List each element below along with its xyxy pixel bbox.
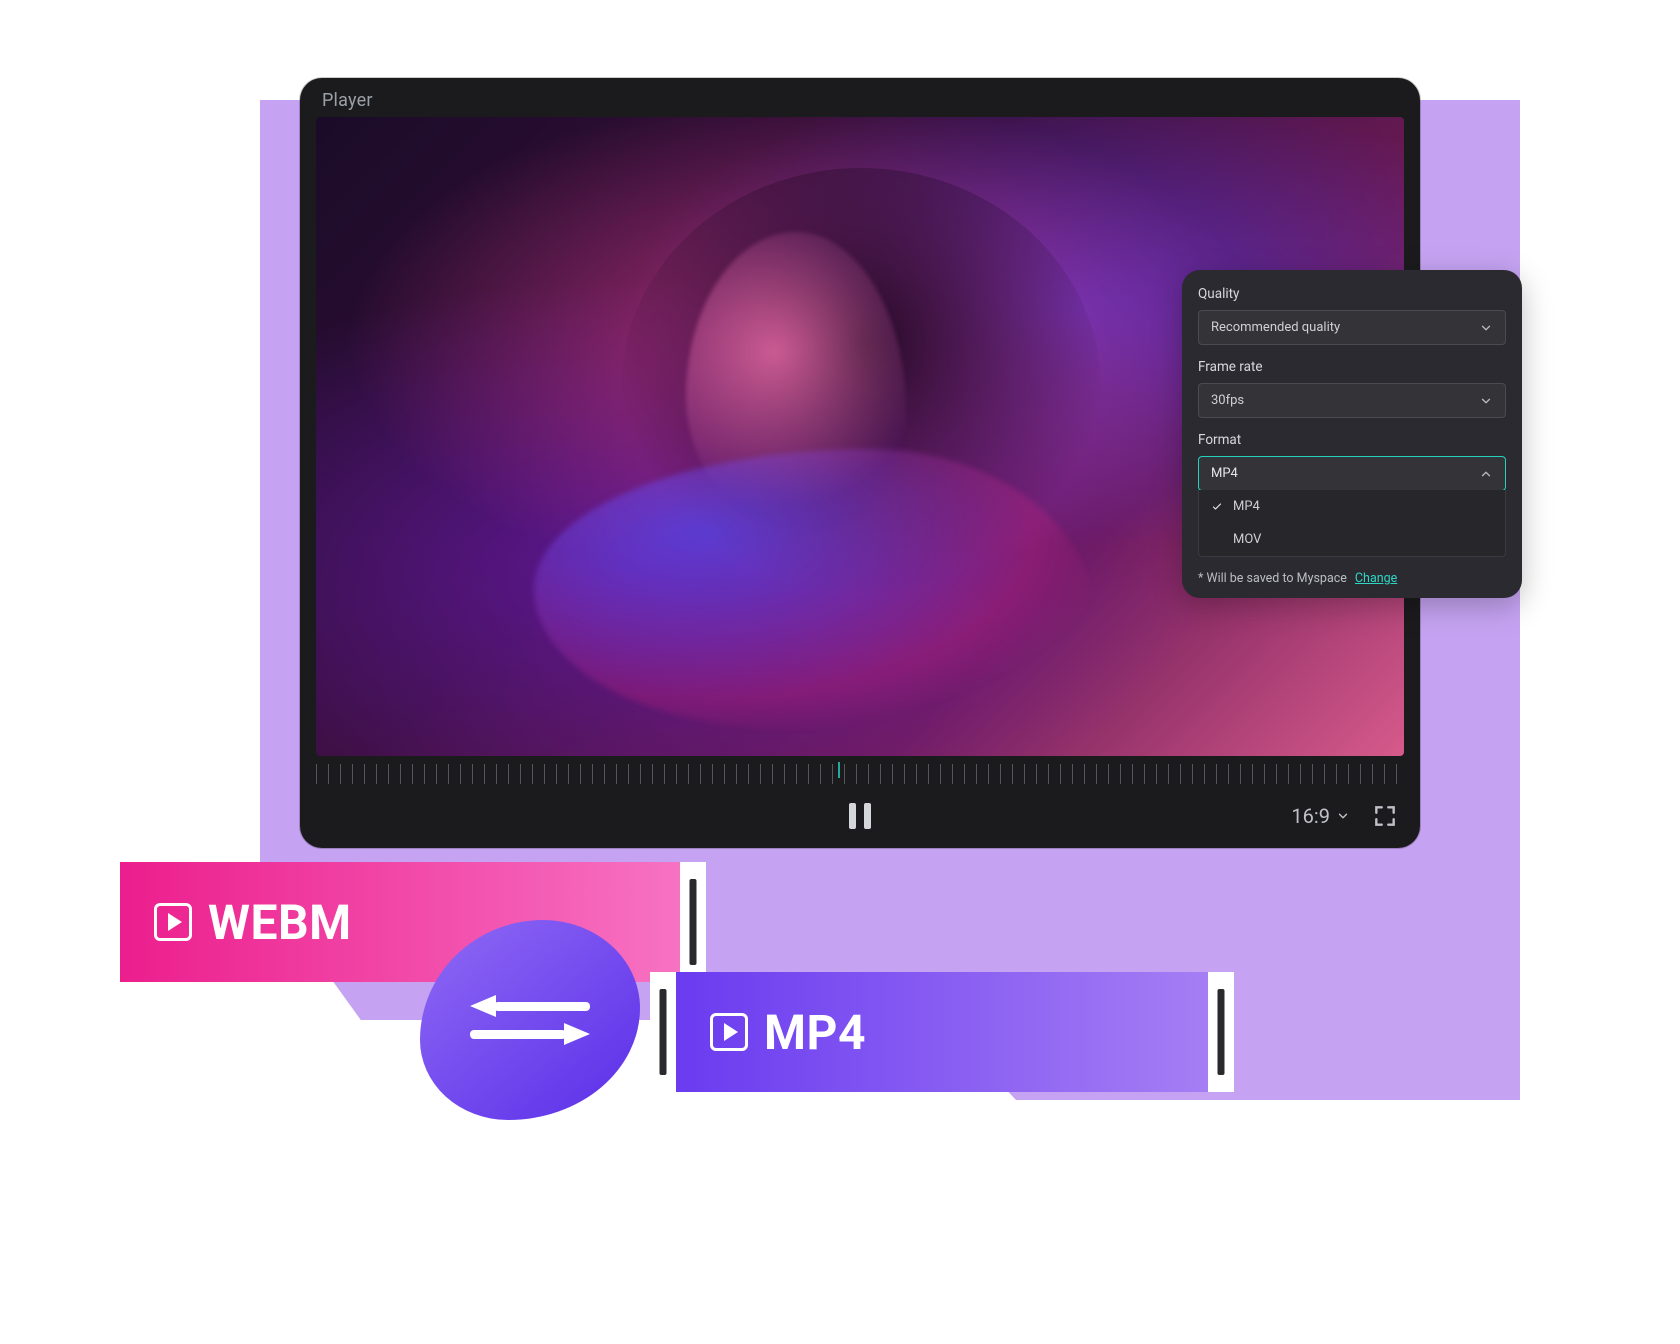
format-chip-label: WEBM <box>208 894 352 951</box>
change-save-location-link[interactable]: Change <box>1355 571 1397 586</box>
format-label: Format <box>1198 432 1506 448</box>
format-option-label: MOV <box>1233 532 1261 547</box>
fullscreen-icon <box>1372 803 1398 829</box>
save-location-note: * Will be saved to Myspace <box>1198 571 1347 586</box>
check-icon <box>1211 501 1223 513</box>
chevron-down-icon <box>1336 809 1350 823</box>
aspect-ratio-value: 16:9 <box>1291 804 1330 828</box>
chip-cap-icon <box>680 862 706 982</box>
aspect-ratio-selector[interactable]: 16:9 <box>1291 804 1350 828</box>
format-chip-label: MP4 <box>764 1004 866 1061</box>
timeline-cursor[interactable] <box>838 762 840 778</box>
chip-cap-icon <box>650 972 676 1092</box>
player-title: Player <box>300 78 1420 117</box>
chevron-up-icon <box>1479 467 1493 481</box>
chevron-down-icon <box>1479 394 1493 408</box>
chevron-down-icon <box>1479 321 1493 335</box>
video-content-abstract <box>534 449 1094 729</box>
format-chip-mp4: MP4 <box>650 972 1234 1092</box>
play-icon <box>710 1013 748 1051</box>
timeline-ruler[interactable] <box>316 764 1404 784</box>
chip-cap-icon <box>1208 972 1234 1092</box>
quality-value: Recommended quality <box>1211 320 1340 335</box>
format-option-mp4[interactable]: MP4 <box>1199 490 1505 523</box>
frame-rate-select[interactable]: 30fps <box>1198 383 1506 418</box>
pause-button[interactable] <box>843 799 877 833</box>
quality-label: Quality <box>1198 286 1506 302</box>
player-controls: 16:9 <box>300 784 1420 848</box>
format-option-label: MP4 <box>1233 499 1260 514</box>
fullscreen-button[interactable] <box>1372 803 1398 829</box>
play-icon <box>154 903 192 941</box>
arrow-right-icon <box>470 1025 590 1043</box>
format-value: MP4 <box>1211 466 1238 481</box>
arrow-left-icon <box>470 997 590 1015</box>
frame-rate-label: Frame rate <box>1198 359 1506 375</box>
frame-rate-value: 30fps <box>1211 393 1244 408</box>
format-option-mov[interactable]: MOV <box>1199 523 1505 556</box>
export-settings-panel: Quality Recommended quality Frame rate 3… <box>1182 270 1522 598</box>
format-select[interactable]: MP4 <box>1198 456 1506 491</box>
format-dropdown: MP4 MOV <box>1198 490 1506 557</box>
quality-select[interactable]: Recommended quality <box>1198 310 1506 345</box>
